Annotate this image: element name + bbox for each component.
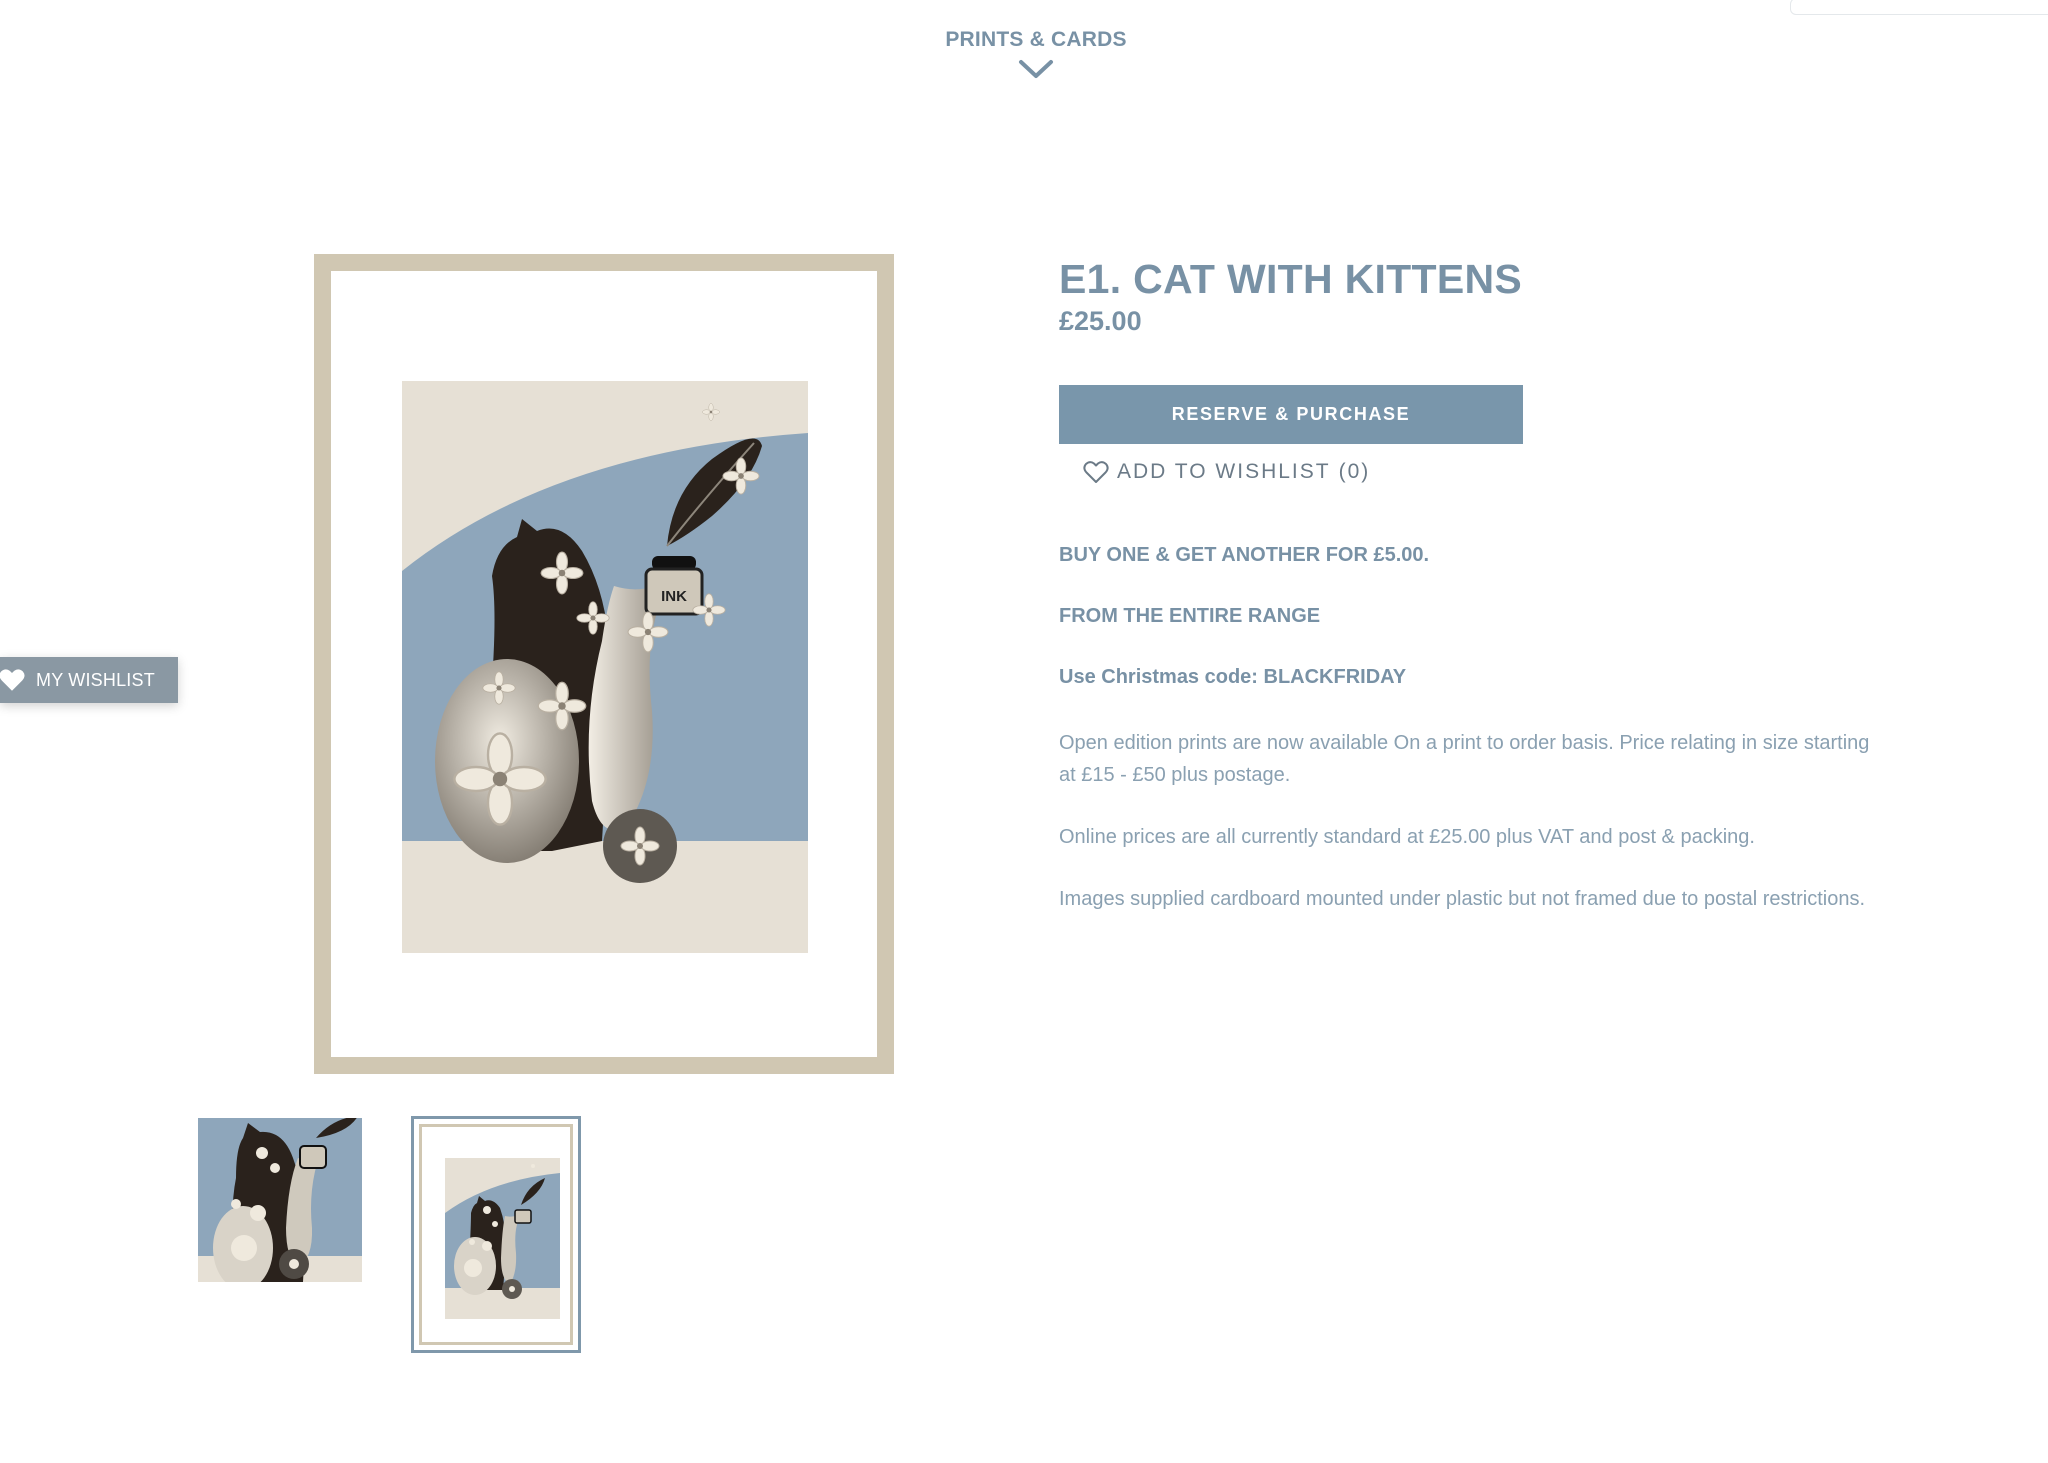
frame-mat: INK <box>331 271 877 1057</box>
promo-line: FROM THE ENTIRE RANGE <box>1059 605 1321 627</box>
wishlist-label: ADD TO WISHLIST <box>1117 460 1331 483</box>
product-description: Open edition prints are now available On… <box>1059 727 1879 915</box>
thumbnail-framed-mat <box>419 1124 573 1345</box>
product-title: E1. CAT WITH KITTENS <box>1059 256 1523 302</box>
category-label[interactable]: PRINTS & CARDS <box>945 28 1126 52</box>
my-wishlist-tab[interactable]: MY WISHLIST <box>0 657 178 703</box>
cat-with-kittens-artwork: INK <box>402 381 808 953</box>
description-paragraph: Open edition prints are now available On… <box>1059 732 1870 786</box>
product-price: £25.00 <box>1059 306 1142 336</box>
reserve-purchase-button[interactable]: RESERVE & PURCHASE <box>1059 385 1523 444</box>
description-paragraph: Images supplied cardboard mounted under … <box>1059 888 1866 910</box>
promo-code-line: Use Christmas code: BLACKFRIDAY <box>1059 666 1407 688</box>
thumbnail-framed[interactable] <box>411 1116 581 1353</box>
wishlist-count: (0) <box>1338 460 1371 483</box>
thumbnail-artwork-image <box>198 1118 362 1282</box>
promo-block: BUY ONE & GET ANOTHER FOR £5.00. FROM TH… <box>1059 544 1879 689</box>
product-info: E1. CAT WITH KITTENS £25.00 RESERVE & PU… <box>1059 254 1879 945</box>
category-nav: PRINTS & CARDS <box>0 28 2048 80</box>
product-main-image: INK <box>314 254 894 1074</box>
promo-line: BUY ONE & GET ANOTHER FOR £5.00. <box>1059 544 1430 566</box>
ink-label: INK <box>661 588 687 605</box>
description-paragraph: Online prices are all currently standard… <box>1059 826 1755 848</box>
heart-filled-icon <box>0 669 25 691</box>
header-search-box[interactable] <box>1790 0 2048 15</box>
heart-outline-icon <box>1083 461 1109 483</box>
chevron-down-icon[interactable] <box>1018 58 1054 80</box>
artwork-print: INK <box>402 381 808 953</box>
thumbnail-framed-image <box>445 1158 560 1319</box>
my-wishlist-label: MY WISHLIST <box>36 669 155 690</box>
add-to-wishlist-link[interactable]: ADD TO WISHLIST (0) <box>1083 460 1879 484</box>
thumbnail-artwork[interactable] <box>198 1118 362 1282</box>
